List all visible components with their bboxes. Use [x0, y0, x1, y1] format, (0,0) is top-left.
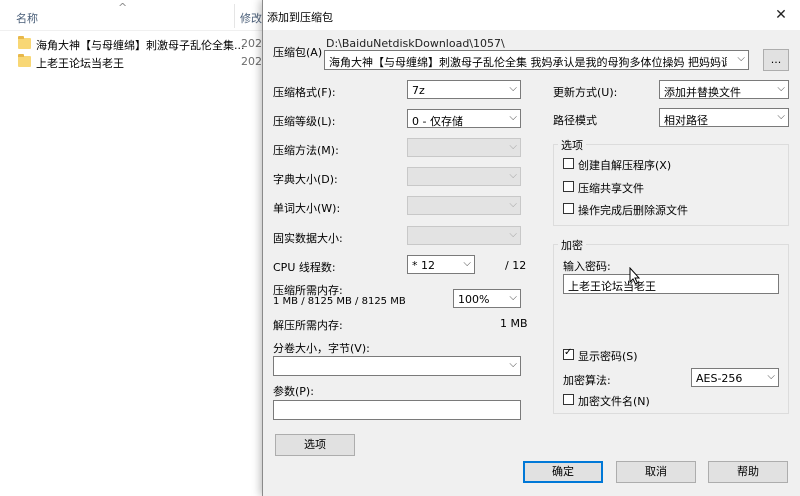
chevron-down-icon: ⌵: [509, 229, 517, 240]
folder-icon: [18, 36, 31, 49]
chevron-down-icon: ⌵: [767, 371, 775, 382]
options-group-title: 选项: [558, 137, 586, 153]
archive-name-combo[interactable]: 海角大神【与母缠绵】刺激母子乱伦全集 我妈承认是我的母狗多体位操妈 把妈妈调教成…: [324, 50, 749, 70]
cpu-value: * 12: [412, 259, 435, 272]
compress-shared-checkbox[interactable]: 压缩共享文件: [563, 179, 763, 195]
mouse-cursor-icon: [629, 266, 641, 289]
chevron-down-icon: ⌵: [509, 199, 517, 210]
close-icon[interactable]: ✕: [761, 0, 800, 30]
compress-shared-label: 压缩共享文件: [578, 182, 644, 195]
checkbox-box: [563, 203, 574, 214]
show-password-label: 显示密码(S): [578, 350, 638, 363]
create-sfx-label: 创建自解压程序(X): [578, 159, 672, 172]
browse-button[interactable]: ...: [763, 49, 789, 71]
cpu-label: CPU 线程数:: [273, 261, 336, 274]
chevron-down-icon: ⌵: [509, 112, 517, 123]
encrypt-filenames-label: 加密文件名(N): [578, 395, 650, 408]
file-name: 上老王论坛当老王: [36, 57, 124, 70]
dict-select: ⌵: [407, 167, 521, 186]
archive-name-value: 海角大神【与母缠绵】刺激母子乱伦全集 我妈承认是我的母狗多体位操妈 把妈妈调教成…: [329, 56, 727, 69]
encrypt-filenames-checkbox[interactable]: 加密文件名(N): [563, 392, 703, 408]
dict-label: 字典大小(D):: [273, 173, 338, 186]
encryption-method-value: AES-256: [696, 372, 743, 385]
file-row[interactable]: 海角大神【与母缠绵】刺激母子乱伦全集... 2025: [14, 35, 269, 53]
mem-decomp-label: 解压所需内存:: [273, 319, 343, 332]
update-label: 更新方式(U):: [553, 86, 618, 99]
password-label: 输入密码:: [563, 260, 611, 273]
archive-label: 压缩包(A): [273, 46, 323, 59]
delete-source-label: 操作完成后删除源文件: [578, 204, 688, 217]
folder-icon: [18, 54, 31, 67]
solid-select: ⌵: [407, 226, 521, 245]
path-mode-value: 相对路径: [664, 114, 708, 127]
help-button[interactable]: 帮助: [708, 461, 788, 483]
password-input[interactable]: 上老王论坛当老王: [563, 274, 779, 294]
dialog-titlebar[interactable]: 添加到压缩包 ✕: [263, 0, 800, 30]
chevron-down-icon: ⌵: [509, 292, 517, 303]
checkbox-box: [563, 394, 574, 405]
mem-percent-value: 100%: [458, 293, 490, 306]
solid-label: 固实数据大小:: [273, 232, 343, 245]
chevron-down-icon: ⌵: [509, 83, 517, 94]
options-button[interactable]: 选项: [275, 434, 355, 456]
checkbox-box: ✓: [563, 347, 574, 360]
password-value: 上老王论坛当老王: [568, 280, 656, 293]
chevron-down-icon: ⌵: [509, 359, 517, 370]
format-value: 7z: [412, 84, 425, 97]
chevron-down-icon: ⌵: [509, 170, 517, 181]
checkbox-box: [563, 181, 574, 192]
params-label: 参数(P):: [273, 385, 314, 398]
chevron-down-icon: ⌵: [777, 83, 785, 94]
mem-comp-value: 1 MB / 8125 MB / 8125 MB: [273, 296, 406, 307]
level-label: 压缩等级(L):: [273, 115, 336, 128]
ok-button[interactable]: 确定: [523, 461, 603, 483]
params-input[interactable]: [273, 400, 521, 420]
path-mode-label: 路径模式: [553, 114, 597, 127]
format-select[interactable]: 7z ⌵: [407, 80, 521, 99]
chevron-down-icon: ⌵: [463, 258, 471, 269]
word-select: ⌵: [407, 196, 521, 215]
chevron-down-icon: ⌵: [509, 141, 517, 152]
cancel-button[interactable]: 取消: [616, 461, 696, 483]
encryption-method-select[interactable]: AES-256 ⌵: [691, 368, 779, 387]
file-name: 海角大神【与母缠绵】刺激母子乱伦全集...: [36, 39, 245, 52]
cpu-select[interactable]: * 12 ⌵: [407, 255, 475, 274]
chevron-down-icon: ⌵: [777, 111, 785, 122]
column-name-header[interactable]: 名称: [16, 10, 38, 26]
file-row[interactable]: 上老王论坛当老王 2025: [14, 53, 269, 71]
update-mode-select[interactable]: 添加并替换文件 ⌵: [659, 80, 789, 99]
level-select[interactable]: 0 - 仅存储 ⌵: [407, 109, 521, 128]
encryption-method-label: 加密算法:: [563, 374, 611, 387]
level-value: 0 - 仅存储: [412, 115, 463, 128]
word-label: 单词大小(W):: [273, 202, 341, 215]
checkbox-box: [563, 158, 574, 169]
chevron-down-icon: ⌵: [737, 53, 745, 64]
format-label: 压缩格式(F):: [273, 86, 336, 99]
cpu-max: / 12: [505, 259, 527, 272]
create-sfx-checkbox[interactable]: 创建自解压程序(X): [563, 156, 763, 172]
dialog-title: 添加到压缩包: [267, 11, 333, 24]
mem-decomp-value: 1 MB: [500, 317, 528, 330]
delete-source-checkbox[interactable]: 操作完成后删除源文件: [563, 201, 763, 217]
update-mode-value: 添加并替换文件: [664, 86, 741, 99]
split-size-combo[interactable]: ⌵: [273, 356, 521, 376]
archive-path: D:\BaiduNetdiskDownload\1057\: [326, 37, 505, 50]
mem-percent-select[interactable]: 100% ⌵: [453, 289, 521, 308]
path-mode-select[interactable]: 相对路径 ⌵: [659, 108, 789, 127]
check-icon: ✓: [564, 347, 573, 358]
encryption-group-title: 加密: [558, 237, 586, 253]
column-divider[interactable]: [234, 4, 235, 28]
add-to-archive-dialog: 添加到压缩包 ✕ 压缩包(A) D:\BaiduNetdiskDownload\…: [262, 0, 800, 496]
method-label: 压缩方法(M):: [273, 144, 339, 157]
split-label: 分卷大小，字节(V):: [273, 342, 370, 355]
show-password-checkbox[interactable]: ✓ 显示密码(S): [563, 347, 683, 363]
sort-ascending-icon: ^: [118, 1, 128, 14]
method-select: ⌵: [407, 138, 521, 157]
column-modified-header[interactable]: 修改: [240, 10, 262, 26]
